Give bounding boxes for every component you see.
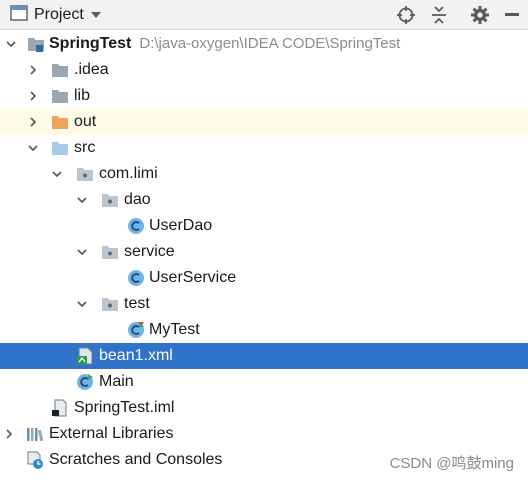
tree-row-idea[interactable]: .idea <box>0 57 528 83</box>
dropdown-arrow-icon[interactable] <box>90 6 102 24</box>
chevron-right-icon[interactable] <box>26 63 40 77</box>
tree-row-test[interactable]: test <box>0 291 528 317</box>
tree-label-mytest: MyTest <box>149 321 200 338</box>
excluded-folder-icon <box>51 113 69 131</box>
tree-label-src: src <box>74 139 96 156</box>
chevron-down-icon[interactable] <box>4 37 18 51</box>
chevron-down-icon[interactable] <box>75 297 89 311</box>
project-view-icon <box>10 4 28 26</box>
test-class-icon <box>127 321 145 339</box>
tree-label-scratches: Scratches and Consoles <box>49 451 223 468</box>
folder-icon <box>51 87 69 105</box>
chevron-down-icon[interactable] <box>75 193 89 207</box>
tree-row-bean1[interactable]: bean1.xml <box>0 343 528 369</box>
package-icon <box>101 191 119 209</box>
tree-row-out[interactable]: out <box>0 109 528 135</box>
tree-row-main[interactable]: Main <box>0 369 528 395</box>
tree-label-lib: lib <box>74 87 91 104</box>
tree-label-userdao: UserDao <box>149 217 213 234</box>
tree-row-dao[interactable]: dao <box>0 187 528 213</box>
tree-label-bean1: bean1.xml <box>99 347 173 364</box>
hide-panel-icon[interactable] <box>500 3 524 27</box>
project-name-label: SpringTest D:\java-oxygen\IDEA CODE\Sprin… <box>49 35 401 52</box>
project-view-title: Project <box>34 6 84 23</box>
project-toolbar: Project <box>0 0 528 30</box>
iml-file-icon <box>51 399 69 417</box>
tree-label-service: service <box>124 243 175 260</box>
tree-label-userservice: UserService <box>149 269 237 286</box>
spring-xml-icon <box>76 347 94 365</box>
tree-row-iml[interactable]: SpringTest.iml <box>0 395 528 421</box>
tree-label-idea: .idea <box>74 61 109 78</box>
settings-gear-icon[interactable] <box>468 3 492 27</box>
tree-label-dao: dao <box>124 191 151 208</box>
tree-row-mytest[interactable]: MyTest <box>0 317 528 343</box>
chevron-down-icon[interactable] <box>75 245 89 259</box>
package-icon <box>76 165 94 183</box>
tree-row-package[interactable]: com.limi <box>0 161 528 187</box>
class-icon <box>127 269 145 287</box>
tree-label-external-libraries: External Libraries <box>49 425 174 442</box>
watermark-text: CSDN @鸣鼓ming <box>389 455 514 472</box>
class-icon <box>127 217 145 235</box>
chevron-right-icon[interactable] <box>2 427 16 441</box>
folder-icon <box>51 61 69 79</box>
tree-label-out: out <box>74 113 97 130</box>
tree-row-userdao[interactable]: UserDao <box>0 213 528 239</box>
locate-icon[interactable] <box>394 3 418 27</box>
project-view-selector[interactable]: Project <box>10 0 102 30</box>
tree-row-userservice[interactable]: UserService <box>0 265 528 291</box>
package-icon <box>101 295 119 313</box>
tree-label-main: Main <box>99 373 134 390</box>
tree-label-package: com.limi <box>99 165 158 182</box>
chevron-down-icon[interactable] <box>26 141 40 155</box>
chevron-right-icon[interactable] <box>26 89 40 103</box>
tree-row-lib[interactable]: lib <box>0 83 528 109</box>
package-icon <box>101 243 119 261</box>
tree-row-src[interactable]: src <box>0 135 528 161</box>
libraries-icon <box>26 425 44 443</box>
tree-label-test: test <box>124 295 150 312</box>
scratches-icon <box>26 451 44 469</box>
source-folder-icon <box>51 139 69 157</box>
tree-row-external-libraries[interactable]: External Libraries <box>0 421 528 447</box>
main-class-icon <box>76 373 94 391</box>
tree-row-project-root[interactable]: SpringTest D:\java-oxygen\IDEA CODE\Sprin… <box>0 31 528 57</box>
module-folder-icon <box>27 35 45 53</box>
chevron-right-icon[interactable] <box>26 115 40 129</box>
project-path-label: D:\java-oxygen\IDEA CODE\SpringTest <box>139 35 401 52</box>
chevron-down-icon[interactable] <box>50 167 64 181</box>
tree-row-service[interactable]: service <box>0 239 528 265</box>
collapse-all-icon[interactable] <box>427 3 451 27</box>
tree-label-iml: SpringTest.iml <box>74 399 175 416</box>
